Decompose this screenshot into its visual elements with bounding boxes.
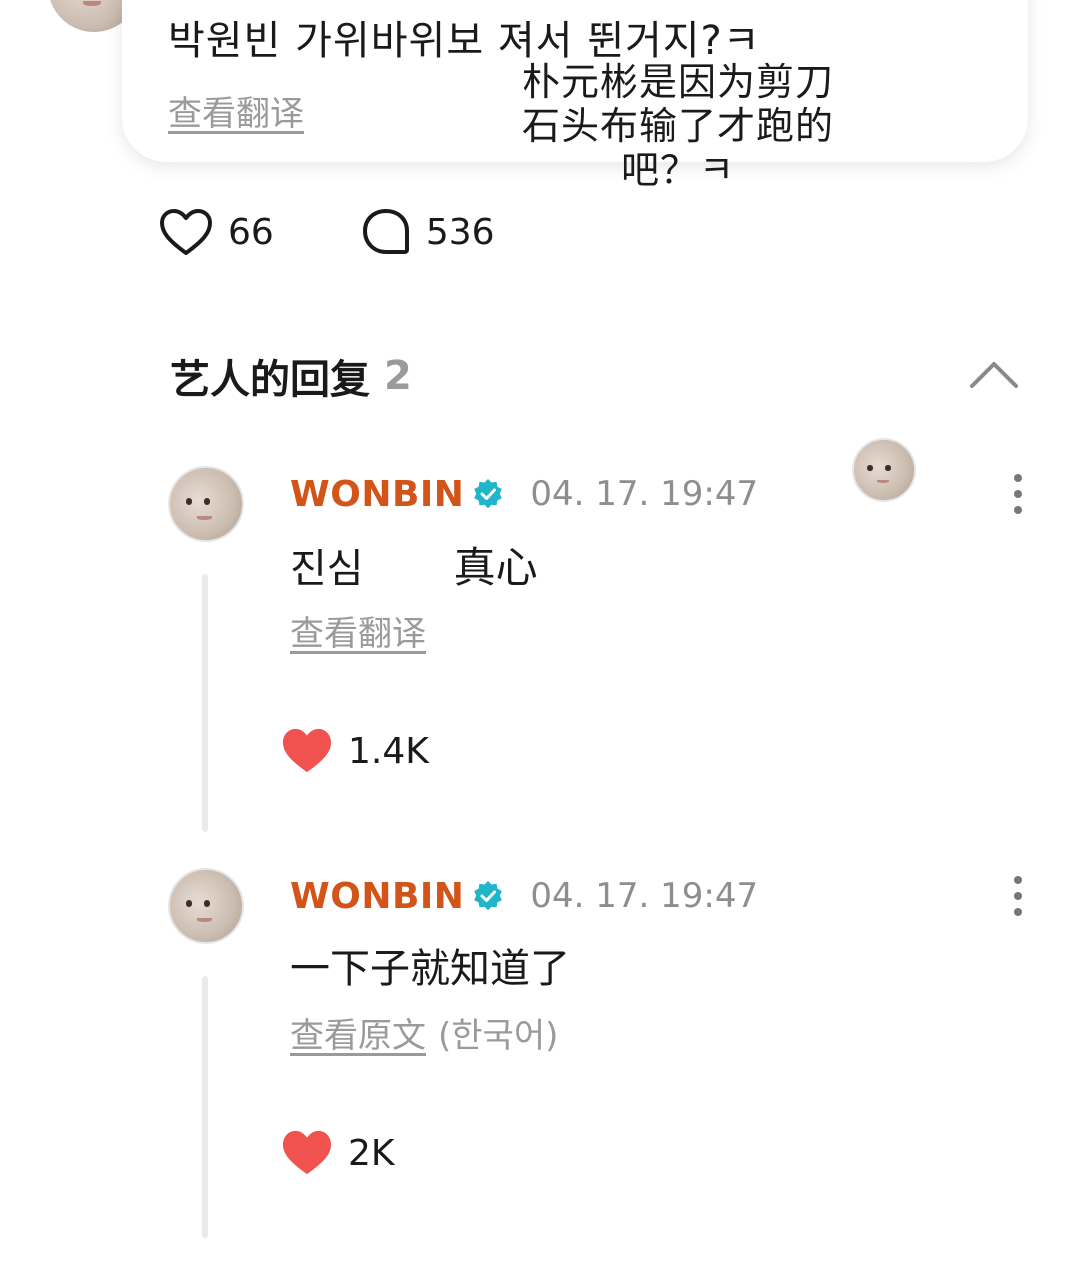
overlay-translation-text: 朴元彬是因为剪刀石头布输了才跑的吧？ㅋ [521, 60, 834, 192]
view-translation-link[interactable]: 查看翻译 [168, 86, 304, 135]
reply-avatar[interactable] [168, 868, 244, 944]
like-count: 66 [228, 211, 274, 253]
collapse-replies-button[interactable] [966, 352, 1022, 396]
view-original-link[interactable]: 查看原文 [290, 1016, 426, 1056]
reply-like-count: 2K [348, 1132, 395, 1174]
reply-avatar[interactable] [168, 466, 244, 542]
reply-header: WONBIN 04. 17. 19:47 [290, 872, 758, 920]
reply-timestamp: 04. 17. 19:47 [530, 876, 759, 916]
more-options-button[interactable] [1004, 874, 1032, 918]
comment-count: 536 [425, 211, 495, 253]
thread-line [202, 976, 208, 1238]
reply-translate-row: 查看翻译 [290, 606, 438, 655]
view-translation-link[interactable]: 查看翻译 [290, 614, 426, 654]
thread-line [202, 574, 208, 832]
more-vertical-icon [1014, 474, 1022, 514]
reply-text: 진심 [290, 546, 364, 592]
overlay-translation-text: 真心 [453, 543, 538, 592]
reply-translate-row: 查看原文 (한국어) [290, 1008, 558, 1057]
reply-like-count: 1.4K [348, 730, 429, 772]
heart-filled-icon [282, 1130, 332, 1175]
heart-outline-icon [160, 209, 212, 255]
comment-actions: 66 536 [158, 204, 581, 260]
heart-filled-icon [282, 728, 332, 773]
reply-text-row: 진심 真心 [290, 534, 538, 595]
comment-button[interactable]: 536 [360, 206, 495, 258]
chevron-up-icon [970, 362, 1018, 388]
reply-timestamp: 04. 17. 19:47 [530, 474, 759, 514]
artist-reply: WONBIN 04. 17. 19:47 진심 真心 查看翻译 1.4K [0, 466, 1080, 836]
artist-replies-count: 2 [384, 353, 412, 399]
verified-badge-icon [472, 880, 504, 912]
more-vertical-icon [1014, 876, 1022, 916]
artist-replies-header: 艺人的回复 2 [170, 346, 412, 406]
comment-thread-page: 박원빈 가위바위보 져서 뛴거지?ㅋ 查看翻译 朴元彬是因为剪刀石头布输了才跑的… [0, 0, 1080, 1268]
reply-like-button[interactable]: 2K [280, 1128, 395, 1178]
artist-replies-title: 艺人的回复 [170, 357, 370, 403]
reply-like-button[interactable]: 1.4K [280, 726, 429, 776]
artist-reply: WONBIN 04. 17. 19:47 一下子就知道了 查看原文 (한국어) [0, 868, 1080, 1238]
source-language: (한국어) [438, 1016, 559, 1056]
like-button[interactable]: 66 [158, 206, 274, 258]
reply-author-name[interactable]: WONBIN [290, 474, 464, 515]
verified-badge-icon [472, 478, 504, 510]
speech-bubble-icon [362, 209, 409, 254]
reply-header: WONBIN 04. 17. 19:47 [290, 470, 758, 518]
comment-text: 박원빈 가위바위보 져서 뛴거지?ㅋ [168, 18, 761, 64]
reply-author-name[interactable]: WONBIN [290, 876, 464, 917]
reply-text-row: 一下子就知道了 [290, 936, 570, 994]
reply-text: 一下子就知道了 [290, 946, 570, 992]
more-options-button[interactable] [1004, 472, 1032, 516]
